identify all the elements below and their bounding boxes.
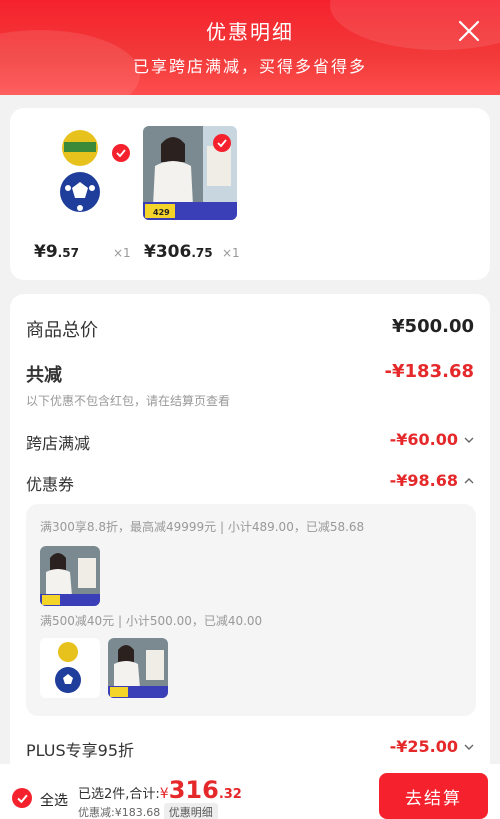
currency-symbol: ¥ [159, 786, 169, 802]
chevron-down-icon[interactable] [464, 743, 474, 751]
select-all-checkbox[interactable] [12, 788, 32, 808]
price-summary-card: 商品总价 ¥500.00 共减 -¥183.68 以下优惠不包含红包，请在结算页… [10, 294, 490, 774]
product-qty: ×1 [222, 246, 240, 260]
saved-label: 共减 [26, 365, 62, 386]
close-icon[interactable] [458, 20, 480, 42]
plus-discount-row[interactable]: PLUS专享95折 -¥25.00 [26, 737, 474, 761]
saved-value: -¥183.68 [384, 361, 474, 382]
page-subtitle: 已享跨店满减，买得多省得多 [132, 57, 367, 76]
checkout-button[interactable]: 去结算 [379, 773, 488, 819]
product-badge-price: 429 [153, 208, 170, 217]
cross-store-label: 跨店满减 [26, 434, 91, 453]
selected-count-text: 已选2件,合计: [78, 787, 160, 802]
product-qty: ×1 [113, 246, 131, 260]
coupon-desc: 满300享8.8折，最高减49999元 | 小计489.00，已减58.68 [40, 520, 365, 534]
select-all-label[interactable]: 全选 [40, 790, 68, 810]
product-item[interactable] [50, 126, 150, 220]
coupon-row[interactable]: 优惠券 -¥98.68 [26, 471, 474, 495]
total-row: 商品总价 ¥500.00 [26, 316, 474, 344]
discount-header: 优惠明细 已享跨店满减，买得多省得多 [0, 0, 500, 95]
page-title: 优惠明细 [206, 20, 294, 44]
product-checked-icon[interactable] [112, 144, 130, 162]
chevron-down-icon[interactable] [464, 436, 474, 444]
product-checked-icon[interactable] [213, 134, 231, 152]
plus-discount-value: -¥25.00 [389, 737, 458, 756]
total-label: 商品总价 [26, 320, 98, 341]
chevron-up-icon[interactable] [464, 477, 474, 485]
ball-toy-icon [60, 130, 100, 212]
product-image[interactable] [50, 126, 144, 220]
product-price: ¥9.57 [34, 242, 79, 262]
checkout-bar: 全选 已选2件,合计:¥316.32 优惠减:¥183.68 优惠明细 去结算 [0, 764, 500, 819]
coupon-product-thumb [108, 638, 168, 698]
saved-row: 共减 -¥183.68 [26, 361, 474, 389]
coupon-detail-box: 满300享8.8折，最高减49999元 | 小计489.00，已减58.68 满… [26, 504, 476, 716]
discount-note: 以下优惠不包含红包，请在结算页查看 [26, 394, 231, 408]
jacket-model-icon [108, 638, 168, 698]
total-line: 已选2件,合计:¥316.32 [78, 776, 242, 804]
total-value: ¥500.00 [392, 316, 474, 337]
saved-amount-text: 优惠减:¥183.68 [78, 806, 161, 819]
total-amount-dec: .32 [218, 787, 242, 802]
coupon-value: -¥98.68 [389, 471, 458, 490]
coupon-desc: 满500减40元 | 小计500.00，已减40.00 [40, 614, 263, 628]
ball-toy-icon [40, 638, 100, 698]
cross-store-value: -¥60.00 [389, 430, 458, 449]
coupon-product-thumb [40, 546, 100, 606]
jacket-model-icon [40, 546, 100, 606]
product-item[interactable]: 429 [143, 126, 243, 220]
plus-discount-label: PLUS专享95折 [26, 741, 134, 760]
cross-store-row[interactable]: 跨店满减 -¥60.00 [26, 430, 474, 454]
total-amount-int: 316 [168, 776, 219, 804]
coupon-product-thumb [40, 638, 100, 698]
discount-detail-tag[interactable]: 优惠明细 [163, 803, 218, 819]
selected-products-card: ¥9.57 ×1 429 ¥306.75 ×1 [10, 108, 490, 280]
saved-line: 优惠减:¥183.68 优惠明细 [78, 803, 218, 819]
coupon-label: 优惠券 [26, 475, 75, 494]
product-price: ¥306.75 [144, 242, 213, 262]
